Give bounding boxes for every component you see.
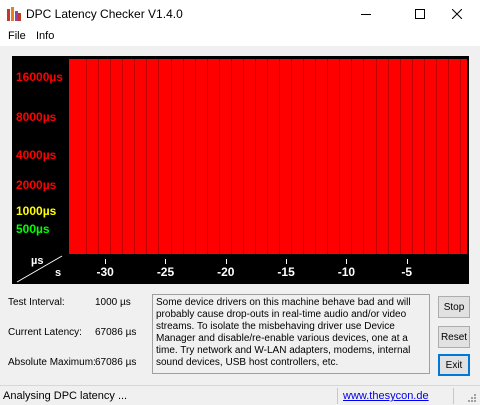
latency-bar [147, 59, 160, 254]
latency-bar [268, 59, 281, 254]
maximize-icon [415, 9, 425, 19]
y-unit-label: µs [31, 255, 44, 267]
x-tick-label: -25 [156, 265, 175, 279]
status-separator [337, 388, 338, 404]
latency-bar [135, 59, 148, 254]
x-tick-label: -10 [337, 265, 356, 279]
latency-bar [424, 59, 437, 254]
latency-bar [111, 59, 124, 254]
menu-file[interactable]: File [8, 30, 26, 42]
latency-bar [340, 59, 353, 254]
website-link[interactable]: www.thesycon.de [343, 390, 429, 402]
y-tick-label: 1000µs [16, 204, 57, 218]
latency-bar [159, 59, 172, 254]
absolute-maximum-value: 67086 µs [95, 357, 137, 368]
x-tick [225, 259, 227, 264]
latency-chart: µs s 16000µs 8000µs 4000µs 2000µs 1000µs 500µ… [12, 56, 469, 284]
x-tick [286, 259, 288, 264]
x-tick [165, 259, 167, 264]
minimize-icon [361, 14, 371, 15]
driver-message: Some device drivers on this machine beha… [152, 294, 430, 374]
y-tick-label: 16000µs [16, 70, 63, 84]
latency-bar [255, 59, 268, 254]
x-tick [105, 259, 107, 264]
status-bar: Analysing DPC latency ... www.thesycon.d… [0, 385, 480, 405]
x-tick-label: -20 [217, 265, 235, 279]
x-tick-label: -30 [96, 265, 114, 279]
latency-bar [412, 59, 425, 254]
absolute-maximum-label: Absolute Maximum: [8, 357, 96, 368]
close-button[interactable] [434, 0, 480, 28]
latency-bar [436, 59, 449, 254]
latency-bar [75, 59, 88, 254]
latency-bar [195, 59, 208, 254]
latency-bar [183, 59, 196, 254]
latency-bar [123, 59, 136, 254]
latency-bar [280, 59, 293, 254]
current-latency-value: 67086 µs [95, 327, 137, 338]
latency-bars-area [69, 59, 467, 254]
latency-bar [231, 59, 244, 254]
latency-bar [376, 59, 389, 254]
status-separator [453, 388, 454, 404]
x-tick [346, 259, 348, 264]
latency-bar [304, 59, 317, 254]
x-unit-label: s [55, 267, 62, 279]
y-tick-label: 500µs [16, 222, 50, 236]
latency-bar [171, 59, 184, 254]
latency-bar [388, 59, 401, 254]
stop-button[interactable]: Stop [438, 296, 470, 318]
window-title: DPC Latency Checker V1.4.0 [26, 7, 183, 21]
latency-bar [400, 59, 413, 254]
y-tick-label: 8000µs [16, 110, 57, 124]
title-bar: DPC Latency Checker V1.4.0 [0, 0, 480, 28]
latency-bar [364, 59, 377, 254]
latency-bar [448, 59, 461, 254]
app-bars-icon [7, 7, 21, 21]
x-tick-label: -15 [277, 265, 295, 279]
y-tick-label: 2000µs [16, 178, 57, 192]
latency-bar [207, 59, 220, 254]
menu-bar: File Info [0, 28, 480, 46]
latency-bar [87, 59, 100, 254]
resize-grip-icon[interactable] [466, 392, 476, 402]
minimize-button[interactable] [343, 0, 389, 28]
test-interval-value: 1000 µs [95, 297, 131, 308]
latency-bar [219, 59, 232, 254]
latency-bar [292, 59, 305, 254]
status-text: Analysing DPC latency ... [3, 390, 128, 402]
latency-bar [352, 59, 365, 254]
x-tick [406, 259, 408, 264]
test-interval-label: Test Interval: [8, 297, 65, 308]
exit-button[interactable]: Exit [438, 354, 470, 376]
menu-info[interactable]: Info [36, 30, 54, 42]
current-latency-label: Current Latency: [8, 327, 82, 338]
reset-button[interactable]: Reset [438, 326, 470, 348]
axis-units-corner: µs s [12, 254, 69, 284]
latency-bar [316, 59, 329, 254]
x-tick-label: -5 [401, 265, 413, 279]
y-tick-label: 4000µs [16, 148, 57, 162]
latency-bar [99, 59, 112, 254]
latency-bar [243, 59, 256, 254]
close-icon [452, 9, 462, 19]
latency-bar [328, 59, 341, 254]
